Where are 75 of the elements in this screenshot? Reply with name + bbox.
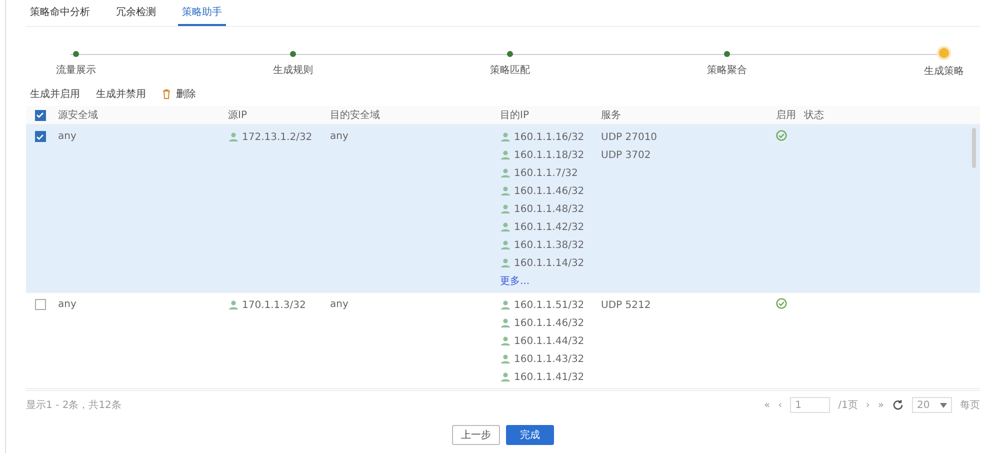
record-summary: 显示1 - 2条，共12条 bbox=[26, 398, 122, 412]
table-cell: 160.1.1.46/32 bbox=[514, 186, 584, 196]
table-cell: 160.1.1.38/32 bbox=[514, 240, 584, 250]
delete-button[interactable]: 删除 bbox=[162, 87, 196, 101]
column-header: 目的安全域 bbox=[330, 110, 380, 121]
trash-icon bbox=[162, 89, 171, 99]
column-header: 状态 bbox=[804, 110, 824, 121]
column-header: 目的IP bbox=[500, 110, 529, 121]
host-icon bbox=[500, 318, 511, 328]
tab[interactable]: 冗余检测 bbox=[112, 5, 160, 26]
row-checkbox[interactable] bbox=[34, 299, 46, 310]
table-cell: 160.1.1.42/32 bbox=[514, 222, 584, 232]
host-icon bbox=[500, 336, 511, 346]
host-icon bbox=[500, 240, 511, 250]
finish-button[interactable]: 完成 bbox=[506, 425, 554, 445]
table-cell: 160.1.1.16/32 bbox=[514, 132, 584, 142]
table-cell: 160.1.1.14/32 bbox=[514, 258, 584, 268]
step-label: 生成策略 bbox=[924, 64, 964, 78]
host-icon bbox=[500, 258, 511, 268]
table-cell: 160.1.1.44/32 bbox=[514, 336, 584, 346]
tab[interactable]: 策略助手 bbox=[178, 5, 226, 26]
table-cell: UDP 27010 bbox=[601, 132, 658, 142]
host-icon bbox=[500, 300, 511, 310]
first-page-button[interactable]: « bbox=[764, 400, 770, 410]
column-header: 服务 bbox=[601, 110, 621, 121]
host-icon bbox=[500, 132, 511, 142]
table-cell: 160.1.1.46/32 bbox=[514, 318, 584, 328]
step-label: 流量展示 bbox=[56, 64, 96, 77]
step-label: 生成规则 bbox=[273, 64, 313, 77]
per-page-label: 每页 bbox=[960, 399, 980, 412]
page-input[interactable]: 1 bbox=[790, 397, 830, 413]
host-icon bbox=[500, 372, 511, 382]
page-size-select[interactable]: 20 bbox=[912, 397, 952, 413]
column-header: 启用 bbox=[776, 110, 796, 121]
row-checkbox[interactable] bbox=[34, 131, 46, 142]
previous-page-button[interactable]: ‹ bbox=[778, 400, 782, 410]
scrollbar[interactable] bbox=[972, 128, 976, 168]
host-icon bbox=[500, 222, 511, 232]
column-header: 源IP bbox=[228, 110, 247, 121]
host-icon bbox=[500, 204, 511, 214]
last-page-button[interactable]: » bbox=[878, 400, 884, 410]
host-icon bbox=[500, 150, 511, 160]
column-header: 源安全域 bbox=[58, 110, 98, 121]
table-cell: 160.1.1.48/32 bbox=[514, 204, 584, 214]
host-icon bbox=[228, 132, 239, 142]
table-cell: UDP 5212 bbox=[601, 300, 651, 310]
step-label: 策略聚合 bbox=[707, 64, 747, 77]
select-all-checkbox[interactable] bbox=[34, 110, 46, 120]
host-icon bbox=[228, 300, 239, 310]
tab[interactable]: 策略命中分析 bbox=[26, 5, 94, 26]
host-icon bbox=[500, 354, 511, 364]
step-label: 策略匹配 bbox=[490, 64, 530, 77]
table-row[interactable]: any 172.13.1.2/32 any 160.1.1.16/32 160.1.1.18/32 160.1.1.7/32 160.1.1.46/32 160.1.1.48/32 160.1.1.42/32 160.1.1.38/32 160.1.1.14/32 更多... UDP 27010 UDP 3702 bbox=[26, 125, 980, 293]
table-cell: 160.1.1.43/32 bbox=[514, 354, 584, 364]
table-cell: any bbox=[330, 299, 348, 310]
next-page-button[interactable]: › bbox=[866, 400, 870, 410]
table-cell: 160.1.1.41/32 bbox=[514, 372, 584, 382]
refresh-icon[interactable] bbox=[892, 399, 904, 411]
table-cell: 160.1.1.51/32 bbox=[514, 300, 584, 310]
table-cell: 172.13.1.2/32 bbox=[242, 132, 312, 142]
host-icon bbox=[500, 186, 511, 196]
table-cell: 160.1.1.7/32 bbox=[514, 168, 578, 178]
generate-disable-button[interactable]: 生成并禁用 bbox=[96, 87, 146, 101]
table-cell: 170.1.1.3/32 bbox=[242, 300, 306, 310]
table-cell: any bbox=[58, 299, 76, 310]
table-cell: UDP 3702 bbox=[601, 150, 651, 160]
host-icon bbox=[500, 168, 511, 178]
page-count: /1页 bbox=[838, 399, 858, 412]
table-cell: any bbox=[330, 131, 348, 142]
caret-icon bbox=[940, 402, 947, 408]
more-link[interactable]: 更多... bbox=[500, 274, 530, 288]
back-button[interactable]: 上一步 bbox=[452, 425, 500, 445]
generate-enable-button[interactable]: 生成并启用 bbox=[30, 87, 80, 101]
table-cell: 160.1.1.18/32 bbox=[514, 150, 584, 160]
table-cell: any bbox=[58, 131, 76, 142]
